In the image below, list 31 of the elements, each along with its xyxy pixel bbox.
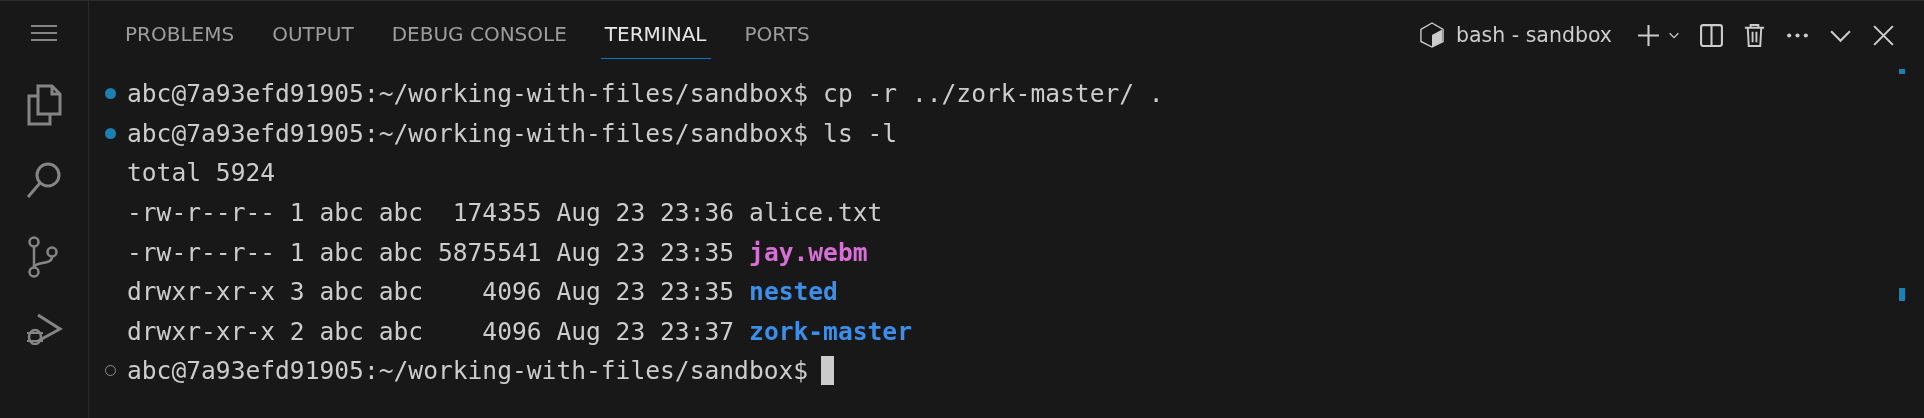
command-text: cp -r ../zork-master/ .	[823, 79, 1164, 109]
output-text: total 5924	[127, 158, 276, 188]
panel-tab[interactable]: TERMINAL	[600, 11, 711, 59]
file-details: drwxr-xr-x 3 abc abc 4096 Aug 23 23:35	[127, 277, 735, 307]
prompt-text: abc@7a93efd91905:~/working-with-files/sandbox$	[127, 79, 809, 109]
run-debug-icon[interactable]	[24, 311, 64, 345]
trash-icon[interactable]	[1742, 22, 1767, 48]
file-name: nested	[749, 277, 838, 307]
terminal-box-icon	[1420, 22, 1444, 48]
prompt-text: abc@7a93efd91905:~/working-with-files/sandbox$	[127, 118, 809, 148]
file-name: zork-master	[749, 316, 912, 346]
panel-tab[interactable]: PROBLEMS	[121, 11, 239, 59]
terminal-name: bash - sandbox	[1456, 23, 1612, 47]
scroll-marker	[1899, 288, 1905, 301]
file-details: -rw-r--r-- 1 abc abc 5875541 Aug 23 23:35	[127, 237, 735, 267]
prompt-text: abc@7a93efd91905:~/working-with-files/sandbox$	[127, 356, 809, 386]
plus-icon[interactable]	[1636, 22, 1661, 48]
panel-tab[interactable]: DEBUG CONSOLE	[387, 11, 571, 59]
menu-icon[interactable]	[29, 23, 59, 43]
panel-tab[interactable]: OUTPUT	[268, 11, 358, 59]
command-decoration[interactable]	[104, 88, 116, 100]
terminal-selector[interactable]: bash - sandbox	[1420, 22, 1612, 48]
command-decoration[interactable]	[104, 127, 116, 139]
command-text: ls -l	[823, 118, 898, 148]
panel-tab[interactable]: PORTS	[740, 11, 814, 59]
file-name: jay.webm	[749, 237, 868, 267]
split-icon[interactable]	[1699, 22, 1724, 48]
file-details: drwxr-xr-x 2 abc abc 4096 Aug 23 23:37	[127, 316, 735, 346]
scroll-marker	[1899, 69, 1905, 74]
file-name: alice.txt	[749, 198, 883, 228]
file-details: -rw-r--r-- 1 abc abc 174355 Aug 23 23:36	[127, 198, 735, 228]
